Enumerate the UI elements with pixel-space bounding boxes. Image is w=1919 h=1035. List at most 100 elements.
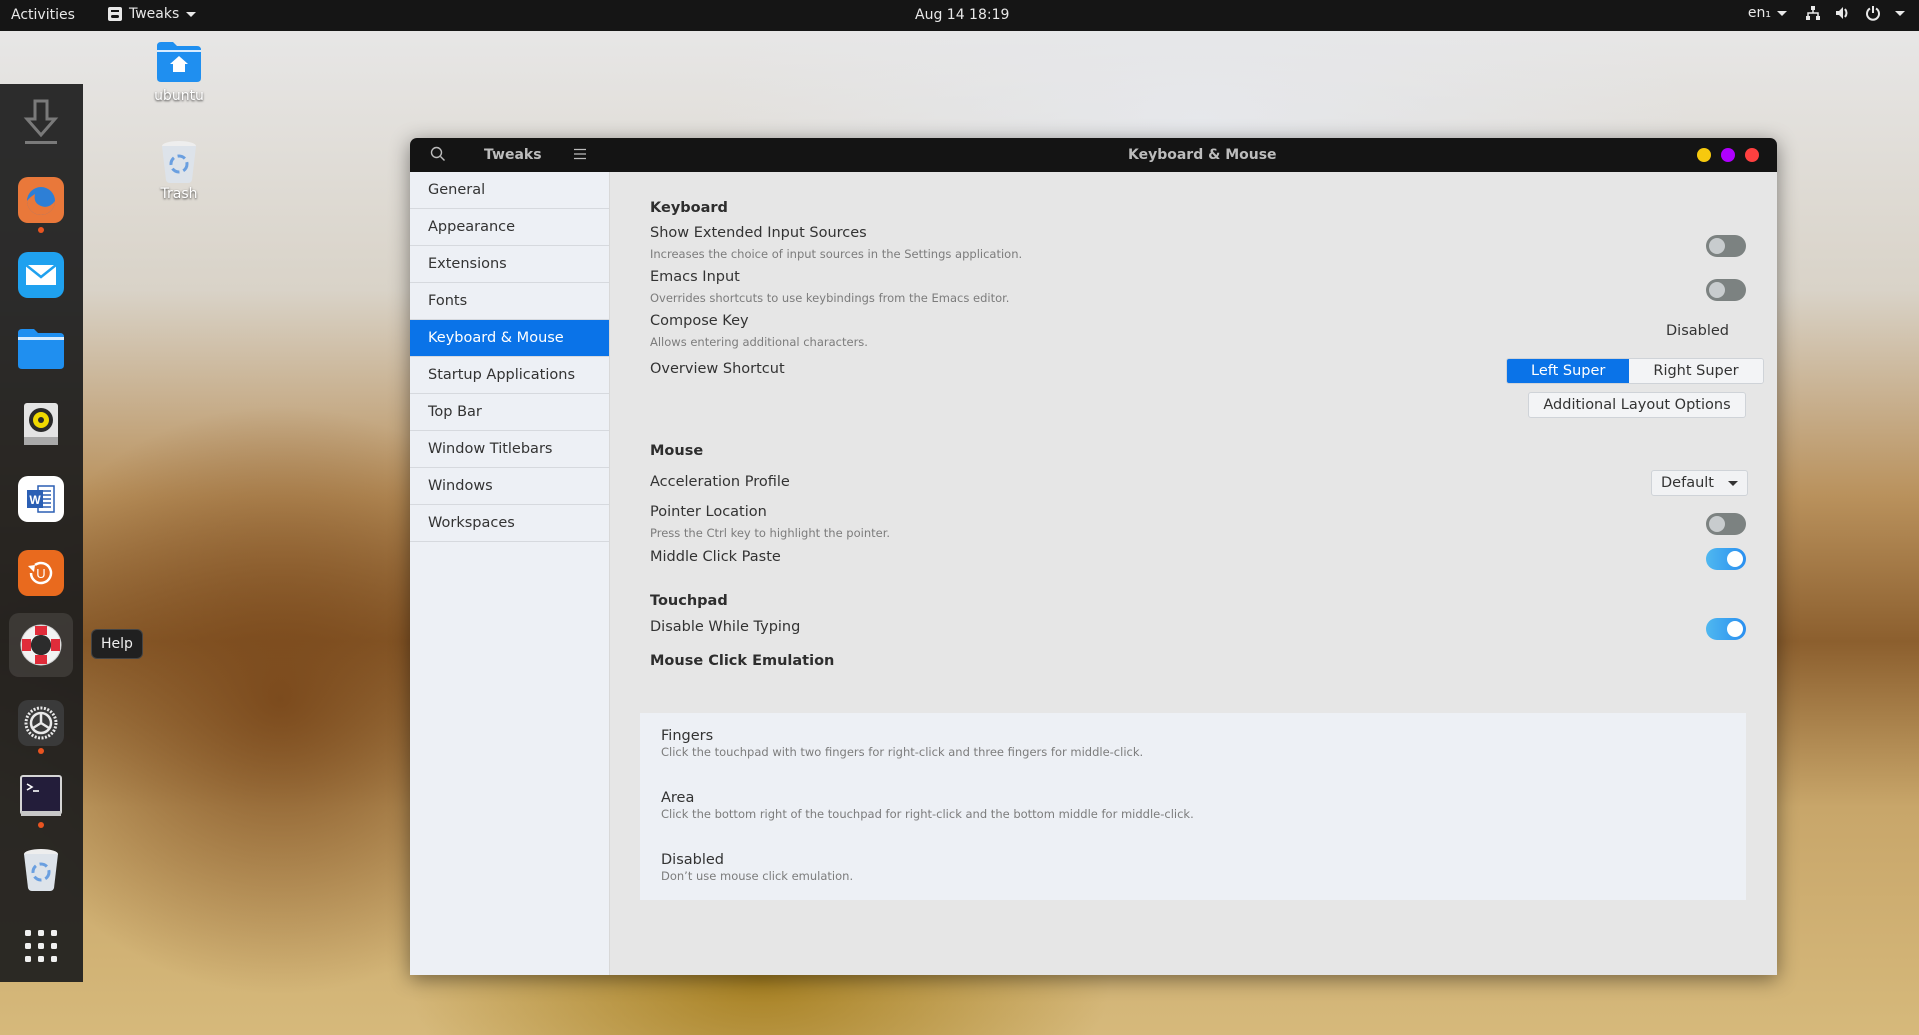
sidebar-item-workspaces[interactable]: Workspaces: [410, 505, 609, 542]
tweaks-app-icon: [108, 7, 122, 21]
desktop-icon-label: ubuntu: [154, 88, 204, 104]
disable-while-typing-switch[interactable]: [1706, 618, 1746, 640]
click-emulation-option-area[interactable]: Area Click the bottom right of the touch…: [661, 790, 1194, 821]
emacs-input-label: Emacs Input: [650, 269, 740, 285]
desktop-icon-home[interactable]: ubuntu: [129, 40, 229, 104]
option-desc: Click the bottom right of the touchpad f…: [661, 807, 1194, 821]
download-icon: [23, 99, 59, 144]
compose-key-value[interactable]: Disabled: [1666, 323, 1729, 339]
acceleration-profile-label: Acceleration Profile: [650, 474, 790, 490]
terminal-icon: [20, 775, 62, 816]
right-super-option[interactable]: Right Super: [1629, 359, 1763, 383]
pointer-location-label: Pointer Location: [650, 504, 767, 520]
minimize-button[interactable]: [1697, 148, 1711, 162]
chevron-down-icon: [1727, 480, 1738, 486]
language-selector[interactable]: en₁: [1748, 5, 1787, 21]
option-desc: Don’t use mouse click emulation.: [661, 869, 854, 883]
dock-tooltip: Help: [91, 629, 143, 659]
dock-item-settings[interactable]: [14, 696, 68, 750]
emacs-input-desc: Overrides shortcuts to use keybindings f…: [650, 291, 1010, 305]
dock-item-word[interactable]: W: [14, 472, 68, 526]
trash-icon: [24, 849, 58, 891]
sidebar-item-windows[interactable]: Windows: [410, 468, 609, 505]
sidebar-item-keyboard-mouse[interactable]: Keyboard & Mouse: [410, 320, 609, 357]
extended-input-label: Show Extended Input Sources: [650, 225, 867, 241]
tweaks-window: Tweaks Keyboard & Mouse General Appearan…: [410, 138, 1777, 975]
chevron-down-icon: [186, 11, 197, 17]
maximize-button[interactable]: [1721, 148, 1735, 162]
hamburger-menu-icon[interactable]: [574, 148, 586, 160]
emacs-input-switch[interactable]: [1706, 279, 1746, 301]
app-title: Tweaks: [484, 147, 542, 163]
compose-key-label: Compose Key: [650, 313, 749, 329]
app-menu[interactable]: Tweaks: [108, 6, 197, 22]
close-button[interactable]: [1745, 148, 1759, 162]
dock-item-files[interactable]: [14, 322, 68, 376]
running-indicator: [38, 227, 44, 233]
speaker-icon: [24, 403, 58, 445]
click-emulation-option-fingers[interactable]: Fingers Click the touchpad with two fing…: [661, 728, 1143, 759]
folder-icon: [18, 329, 64, 369]
dock-item-terminal[interactable]: [14, 769, 68, 823]
dock-item-trash[interactable]: [14, 843, 68, 897]
power-icon: [1866, 6, 1880, 21]
extended-input-desc: Increases the choice of input sources in…: [650, 247, 1023, 261]
system-menu[interactable]: [1805, 5, 1905, 21]
acceleration-profile-value: Default: [1661, 475, 1714, 491]
sidebar-item-extensions[interactable]: Extensions: [410, 246, 609, 283]
option-desc: Click the touchpad with two fingers for …: [661, 745, 1144, 759]
running-indicator: [38, 748, 44, 754]
running-indicator: [38, 822, 44, 828]
dock: W U: [0, 84, 83, 982]
compose-key-desc: Allows entering additional characters.: [650, 335, 868, 349]
dock-item-firefox[interactable]: [14, 173, 68, 227]
additional-layout-options-button[interactable]: Additional Layout Options: [1528, 392, 1746, 418]
home-folder-icon: [157, 42, 201, 82]
sidebar-item-appearance[interactable]: Appearance: [410, 209, 609, 246]
language-label: en₁: [1747, 5, 1771, 21]
lifebuoy-icon: [20, 624, 62, 666]
word-icon: W: [18, 476, 64, 522]
middle-click-paste-label: Middle Click Paste: [650, 549, 781, 565]
mail-icon: [18, 252, 64, 298]
dock-item-rhythmbox[interactable]: [14, 397, 68, 451]
dock-item-help[interactable]: [9, 613, 73, 677]
sidebar-item-startup-applications[interactable]: Startup Applications: [410, 357, 609, 394]
extended-input-switch[interactable]: [1706, 235, 1746, 257]
mouse-section-title: Mouse: [650, 443, 704, 459]
show-applications-button[interactable]: [14, 919, 68, 973]
activities-button[interactable]: Activities: [11, 7, 75, 23]
click-emulation-option-disabled[interactable]: Disabled Don’t use mouse click emulation…: [661, 852, 853, 883]
overview-shortcut-label: Overview Shortcut: [650, 361, 785, 377]
option-label: Area: [661, 790, 695, 806]
option-label: Disabled: [661, 852, 724, 868]
sidebar-item-top-bar[interactable]: Top Bar: [410, 394, 609, 431]
network-icon: [1806, 6, 1820, 20]
sidebar-item-window-titlebars[interactable]: Window Titlebars: [410, 431, 609, 468]
dock-item-downloads[interactable]: [14, 96, 68, 150]
chevron-down-icon: [1895, 10, 1905, 16]
left-super-option[interactable]: Left Super: [1507, 359, 1630, 383]
option-label: Fingers: [661, 728, 714, 744]
svg-text:U: U: [36, 566, 45, 581]
chevron-down-icon: [1777, 10, 1787, 16]
dock-item-mail[interactable]: [14, 248, 68, 302]
title-bar: Tweaks Keyboard & Mouse: [410, 138, 1777, 172]
clock[interactable]: Aug 14 18:19: [915, 7, 1009, 23]
pointer-location-desc: Press the Ctrl key to highlight the poin…: [650, 526, 891, 540]
settings-gear-icon: [18, 700, 64, 746]
sidebar-item-general[interactable]: General: [410, 172, 609, 209]
sidebar-item-fonts[interactable]: Fonts: [410, 283, 609, 320]
search-icon[interactable]: [430, 146, 446, 162]
touchpad-section-title: Touchpad: [650, 593, 728, 609]
trash-icon: [162, 141, 196, 183]
acceleration-profile-dropdown[interactable]: Default: [1651, 470, 1748, 496]
firefox-icon: [18, 177, 64, 223]
pointer-location-switch[interactable]: [1706, 513, 1746, 535]
dock-item-software-updater[interactable]: U: [14, 546, 68, 600]
page-title: Keyboard & Mouse: [1128, 147, 1277, 163]
app-grid-icon: [25, 930, 57, 962]
click-emulation-title: Mouse Click Emulation: [650, 653, 835, 669]
desktop-icon-trash[interactable]: Trash: [129, 140, 229, 202]
middle-click-paste-switch[interactable]: [1706, 548, 1746, 570]
